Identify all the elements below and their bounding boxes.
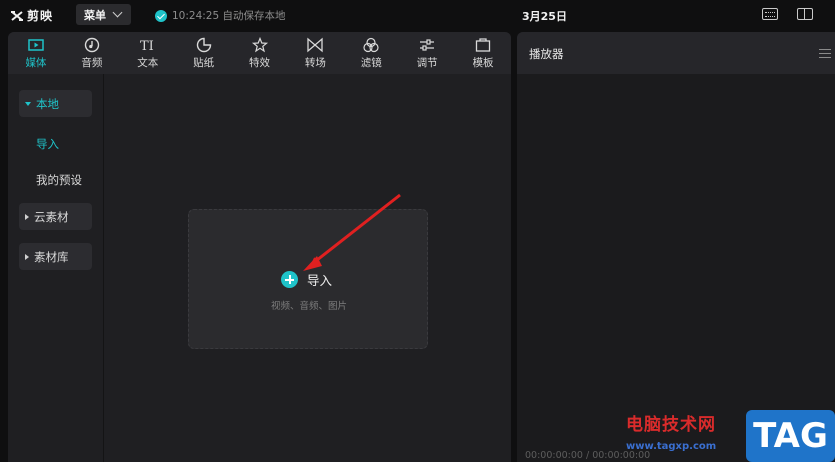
watermark-site-name: 电脑技术网 (626, 415, 716, 435)
player-title: 播放器 (529, 47, 564, 61)
template-icon (475, 37, 491, 52)
tab-media[interactable]: 媒体 (8, 32, 64, 74)
tab-label: 音频 (81, 56, 103, 69)
tab-text[interactable]: TI 文本 (120, 32, 176, 74)
player-header: 播放器 (517, 32, 835, 74)
sidebar-item-import[interactable]: 导入 (36, 136, 59, 152)
menu-label: 菜单 (84, 8, 106, 22)
media-panel: 媒体 音频 TI 文本 贴纸 特效 转场 滤镜 调节 模板 本地 导入 我的预设… (8, 32, 511, 462)
caret-right-icon (25, 213, 29, 220)
player-preview[interactable]: 00:00:00:00 / 00:00:00:00 (517, 74, 835, 462)
sidebar-item-cloud[interactable]: 云素材 (19, 203, 92, 230)
sidebar-item-presets[interactable]: 我的预设 (36, 172, 82, 188)
sidebar-item-label: 云素材 (34, 209, 69, 224)
tab-label: 滤镜 (360, 56, 382, 69)
watermark-url: www.tagxp.com (626, 441, 717, 452)
effects-icon (251, 36, 268, 52)
svg-text:TI: TI (140, 39, 154, 53)
tab-audio[interactable]: 音频 (64, 32, 120, 74)
sidebar-item-label: 素材库 (34, 249, 69, 264)
tab-label: 转场 (304, 56, 326, 69)
top-bar: 剪映 菜单 10:24:25 自动保存本地 3月25日 (0, 0, 835, 30)
player-panel: 播放器 00:00:00:00 / 00:00:00:00 (517, 32, 835, 462)
check-circle-icon (155, 9, 167, 22)
import-button[interactable]: 导入 (281, 270, 332, 289)
transition-icon (307, 37, 324, 52)
sidebar-item-label: 本地 (36, 96, 59, 111)
watermark: 电脑技术网 www.tagxp.com TAG (626, 410, 835, 462)
app-name: 剪映 (27, 9, 54, 23)
audio-icon (84, 37, 100, 52)
sidebar-item-library[interactable]: 素材库 (19, 243, 92, 270)
tab-label: 文本 (137, 56, 159, 69)
sidebar-item-local[interactable]: 本地 (19, 90, 92, 117)
caret-right-icon (25, 253, 29, 260)
tab-label: 贴纸 (193, 56, 215, 69)
import-dropzone[interactable]: 导入 视频、音频、图片 (188, 209, 428, 349)
media-sidebar: 本地 导入 我的预设 云素材 素材库 (8, 74, 104, 462)
tab-label: 调节 (416, 56, 438, 69)
media-icon (28, 38, 44, 51)
text-icon: TI (140, 39, 154, 53)
tool-tabs: 媒体 音频 TI 文本 贴纸 特效 转场 滤镜 调节 模板 (8, 32, 511, 74)
tab-label: 媒体 (25, 56, 47, 69)
tab-sticker[interactable]: 贴纸 (176, 32, 232, 74)
adjust-icon (420, 38, 435, 51)
app-logo: 剪映 (10, 7, 53, 24)
tab-effects[interactable]: 特效 (232, 32, 288, 74)
autosave-status: 10:24:25 自动保存本地 (155, 8, 286, 23)
tab-transition[interactable]: 转场 (287, 32, 343, 74)
plus-circle-icon (281, 271, 298, 288)
caret-down-icon (25, 101, 31, 106)
import-label: 导入 (307, 273, 333, 288)
tab-adjust[interactable]: 调节 (399, 32, 455, 74)
tab-filter[interactable]: 滤镜 (343, 32, 399, 74)
layout-icon[interactable] (797, 8, 813, 20)
tab-label: 特效 (249, 56, 270, 69)
tab-label: 模板 (472, 56, 494, 69)
menu-icon[interactable] (819, 49, 831, 58)
filter-icon (363, 37, 379, 52)
menu-button[interactable]: 菜单 (76, 4, 131, 25)
capcut-logo-icon (11, 10, 23, 21)
sticker-icon (196, 37, 211, 52)
media-content: 导入 视频、音频、图片 (105, 74, 511, 462)
keyboard-shortcut-icon[interactable] (762, 8, 778, 20)
project-title[interactable]: 3月25日 (522, 8, 567, 24)
tab-template[interactable]: 模板 (455, 32, 511, 74)
autosave-text: 10:24:25 自动保存本地 (172, 10, 286, 22)
import-hint: 视频、音频、图片 (270, 301, 347, 312)
chevron-down-icon (112, 7, 123, 18)
watermark-badge: TAG (746, 410, 835, 462)
